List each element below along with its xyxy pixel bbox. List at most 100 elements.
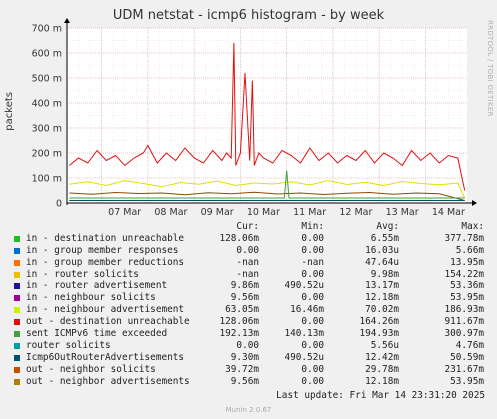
legend-max-value: 231.67m bbox=[444, 363, 484, 375]
legend-header-min: Min: bbox=[301, 221, 324, 232]
legend-cur-value: 9.56m bbox=[230, 375, 259, 387]
y-axis-arrow bbox=[64, 18, 70, 23]
y-tick-label: 300 m bbox=[32, 124, 62, 135]
legend-row: in - neighbour advertisement 63.05m 16.46m… bbox=[14, 304, 490, 316]
x-tick-label: 14 Mar bbox=[432, 207, 465, 218]
legend-swatch bbox=[14, 295, 20, 302]
legend-header: Cur: Min: Avg: Max: bbox=[14, 221, 490, 233]
legend-row: in - destination unreachable 128.06m 0.00 6… bbox=[14, 233, 490, 245]
x-tick-label: 09 Mar bbox=[201, 207, 234, 218]
legend-header-max: Max: bbox=[461, 221, 484, 232]
legend-row: sent ICMPv6 time exceeded 192.13m 140.13m 1… bbox=[14, 328, 490, 340]
legend-series-name: Icmp6OutRouterAdvertisements bbox=[26, 351, 185, 363]
legend-avg-value: 16.03u bbox=[365, 244, 399, 256]
legend-header-avg: Avg: bbox=[376, 221, 399, 232]
legend-series-name: in - router advertisement bbox=[26, 280, 168, 292]
y-tick-label: 0 bbox=[56, 199, 62, 210]
legend-row: Icmp6OutRouterAdvertisements 9.30m 490.52u… bbox=[14, 352, 490, 364]
legend-row: in - router solicits -nan 0.00 9.98m 154.22m bbox=[14, 269, 490, 281]
grid bbox=[66, 27, 467, 204]
legend-cur-value: 9.30m bbox=[230, 351, 259, 363]
legend-swatch bbox=[14, 307, 20, 314]
legend-avg-value: 12.18m bbox=[365, 375, 399, 387]
legend-avg-value: 164.26m bbox=[359, 316, 399, 328]
legend-cur-value: 192.13m bbox=[219, 328, 259, 340]
legend-cur-value: 128.06m bbox=[219, 232, 259, 244]
legend-min-value: 140.13m bbox=[284, 328, 324, 340]
legend-max-value: 911.67m bbox=[444, 316, 484, 328]
legend-min-value: 0.00 bbox=[301, 339, 324, 351]
legend-row: in - neighbour solicits 9.56m 0.00 12.18m 53… bbox=[14, 292, 490, 304]
y-tick-labels: 0 100 m 200 m 300 m 400 m 500 m 600 m 700 m bbox=[32, 24, 62, 210]
legend-row: out - neighbor advertisements 9.56m 0.00 12… bbox=[14, 376, 490, 388]
legend-series-name: in - group member reductions bbox=[26, 256, 185, 268]
legend-cur-value: 9.56m bbox=[230, 292, 259, 304]
legend-min-value: 0.00 bbox=[301, 244, 324, 256]
legend-cur-value: 39.72m bbox=[225, 363, 259, 375]
legend-max-value: 4.76m bbox=[455, 339, 484, 351]
legend-swatch bbox=[14, 331, 20, 338]
munin-version: Munin 2.0.67 bbox=[225, 406, 272, 414]
legend-swatch bbox=[14, 247, 20, 254]
legend-min-value: 16.46m bbox=[290, 304, 324, 316]
legend-avg-value: 12.42m bbox=[365, 351, 399, 363]
legend-row: in - router advertisement 9.86m 490.52u 13.… bbox=[14, 280, 490, 292]
x-tick-label: 10 Mar bbox=[247, 207, 280, 218]
legend-cur-value: 0.00 bbox=[236, 244, 259, 256]
legend-max-value: 300.97m bbox=[444, 328, 484, 340]
legend-max-value: 53.36m bbox=[450, 280, 484, 292]
legend-row: router solicits 0.00 0.00 5.56u 4.76m bbox=[14, 340, 490, 352]
legend-header-cur: Cur: bbox=[236, 221, 259, 232]
x-tick-label: 11 Mar bbox=[293, 207, 326, 218]
last-update: Last update: Fri Mar 14 23:31:20 2025 bbox=[276, 390, 485, 401]
y-tick-label: 600 m bbox=[32, 49, 62, 60]
x-tick-label: 12 Mar bbox=[339, 207, 372, 218]
legend-max-value: 13.95m bbox=[450, 256, 484, 268]
x-tick-labels: 07 Mar 08 Mar 09 Mar 10 Mar 11 Mar 12 Mar 13 M… bbox=[108, 207, 465, 218]
legend-swatch bbox=[14, 342, 20, 349]
legend-avg-value: 12.18m bbox=[365, 292, 399, 304]
legend-swatch bbox=[14, 271, 20, 278]
legend-row: in - group member reductions -nan -nan 47.6… bbox=[14, 257, 490, 269]
y-tick-label: 200 m bbox=[32, 149, 62, 160]
legend-min-value: 0.00 bbox=[301, 316, 324, 328]
legend-row: out - neighbor solicits 39.72m 0.00 29.78m 2… bbox=[14, 364, 490, 376]
legend-max-value: 154.22m bbox=[444, 268, 484, 280]
x-axis-arrow bbox=[472, 200, 477, 206]
y-tick-label: 400 m bbox=[32, 99, 62, 110]
legend-row: in - group member responses 0.00 0.00 16.03… bbox=[14, 245, 490, 257]
legend-swatch bbox=[14, 378, 20, 385]
legend-min-value: 0.00 bbox=[301, 363, 324, 375]
legend-cur-value: 63.05m bbox=[225, 304, 259, 316]
legend-min-value: 0.00 bbox=[301, 268, 324, 280]
legend-series-name: sent ICMPv6 time exceeded bbox=[26, 328, 168, 340]
legend-avg-value: 29.78m bbox=[365, 363, 399, 375]
legend-series-name: router solicits bbox=[26, 339, 111, 351]
plot-area: 0 100 m 200 m 300 m 400 m 500 m 600 m 700 m 07 … bbox=[32, 18, 477, 218]
legend-series-name: in - neighbour solicits bbox=[26, 292, 156, 304]
legend-max-value: 5.66m bbox=[455, 244, 484, 256]
legend-swatch bbox=[14, 235, 20, 242]
legend-avg-value: 5.56u bbox=[370, 339, 399, 351]
legend-series-name: out - neighbor solicits bbox=[26, 363, 156, 375]
legend-avg-value: 194.93m bbox=[359, 328, 399, 340]
legend-cur-value: 128.06m bbox=[219, 316, 259, 328]
legend-series-name: in - group member responses bbox=[26, 244, 179, 256]
legend-swatch bbox=[14, 366, 20, 373]
legend-min-value: 490.52u bbox=[284, 351, 324, 363]
legend-min-value: 0.00 bbox=[301, 232, 324, 244]
legend: Cur: Min: Avg: Max: in - destination unr… bbox=[14, 221, 490, 387]
x-tick-label: 08 Mar bbox=[154, 207, 187, 218]
legend-swatch bbox=[14, 319, 20, 326]
legend-cur-value: -nan bbox=[236, 268, 259, 280]
y-tick-label: 100 m bbox=[32, 174, 62, 185]
legend-avg-value: 13.17m bbox=[365, 280, 399, 292]
legend-max-value: 186.93m bbox=[444, 304, 484, 316]
legend-swatch bbox=[14, 283, 20, 290]
legend-min-value: 0.00 bbox=[301, 375, 324, 387]
legend-rows: in - destination unreachable 128.06m 0.00 6… bbox=[14, 233, 490, 388]
legend-avg-value: 6.55m bbox=[370, 232, 399, 244]
legend-min-value: -nan bbox=[301, 256, 324, 268]
legend-avg-value: 70.02m bbox=[365, 304, 399, 316]
legend-row: out - destination unreachable 128.06m 0.00… bbox=[14, 316, 490, 328]
